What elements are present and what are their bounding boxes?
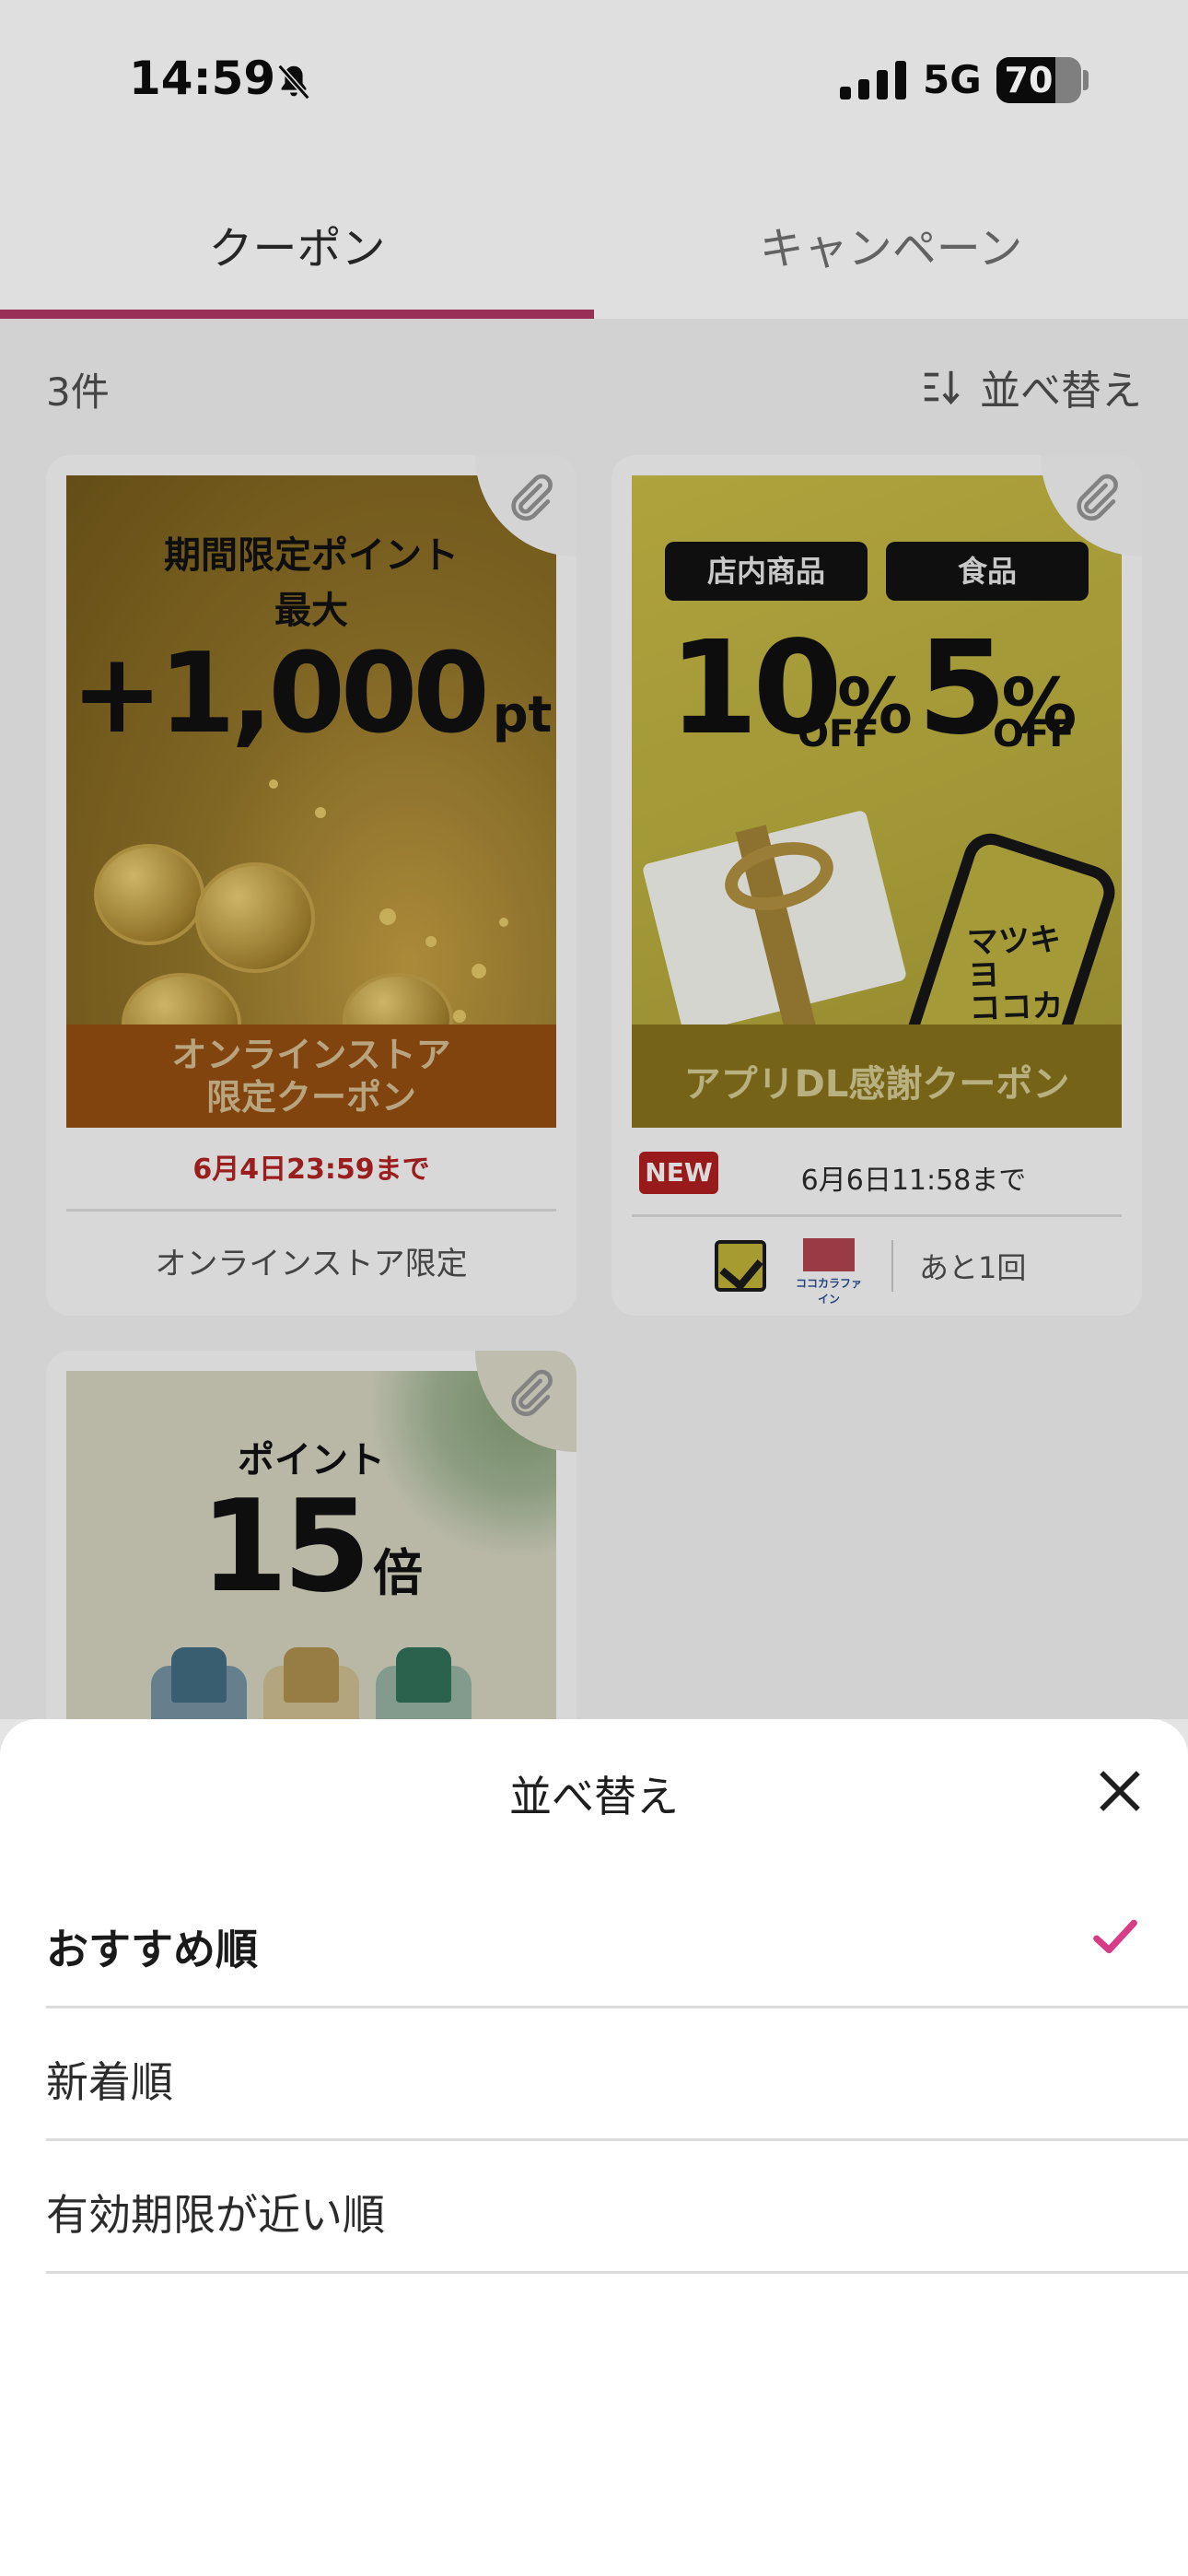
- sort-sheet: 並べ替え おすすめ順 新着順 有効期限が近い順: [0, 1719, 1188, 2576]
- close-button[interactable]: [1089, 1760, 1151, 1822]
- check-icon: [1093, 1919, 1137, 1954]
- sort-option-expiring[interactable]: 有効期限が近い順: [46, 2141, 1188, 2274]
- sort-option-label: 新着順: [46, 2057, 173, 2107]
- sort-option-newest[interactable]: 新着順: [46, 2008, 1188, 2141]
- sheet-title: 並べ替え: [509, 1772, 679, 1821]
- modal-scrim[interactable]: [0, 0, 1188, 1719]
- close-icon: [1100, 1771, 1140, 1811]
- sort-option-label: 有効期限が近い順: [46, 2190, 385, 2240]
- sort-option-recommended[interactable]: おすすめ順: [46, 1876, 1188, 2008]
- sort-option-label: おすすめ順: [46, 1925, 258, 1974]
